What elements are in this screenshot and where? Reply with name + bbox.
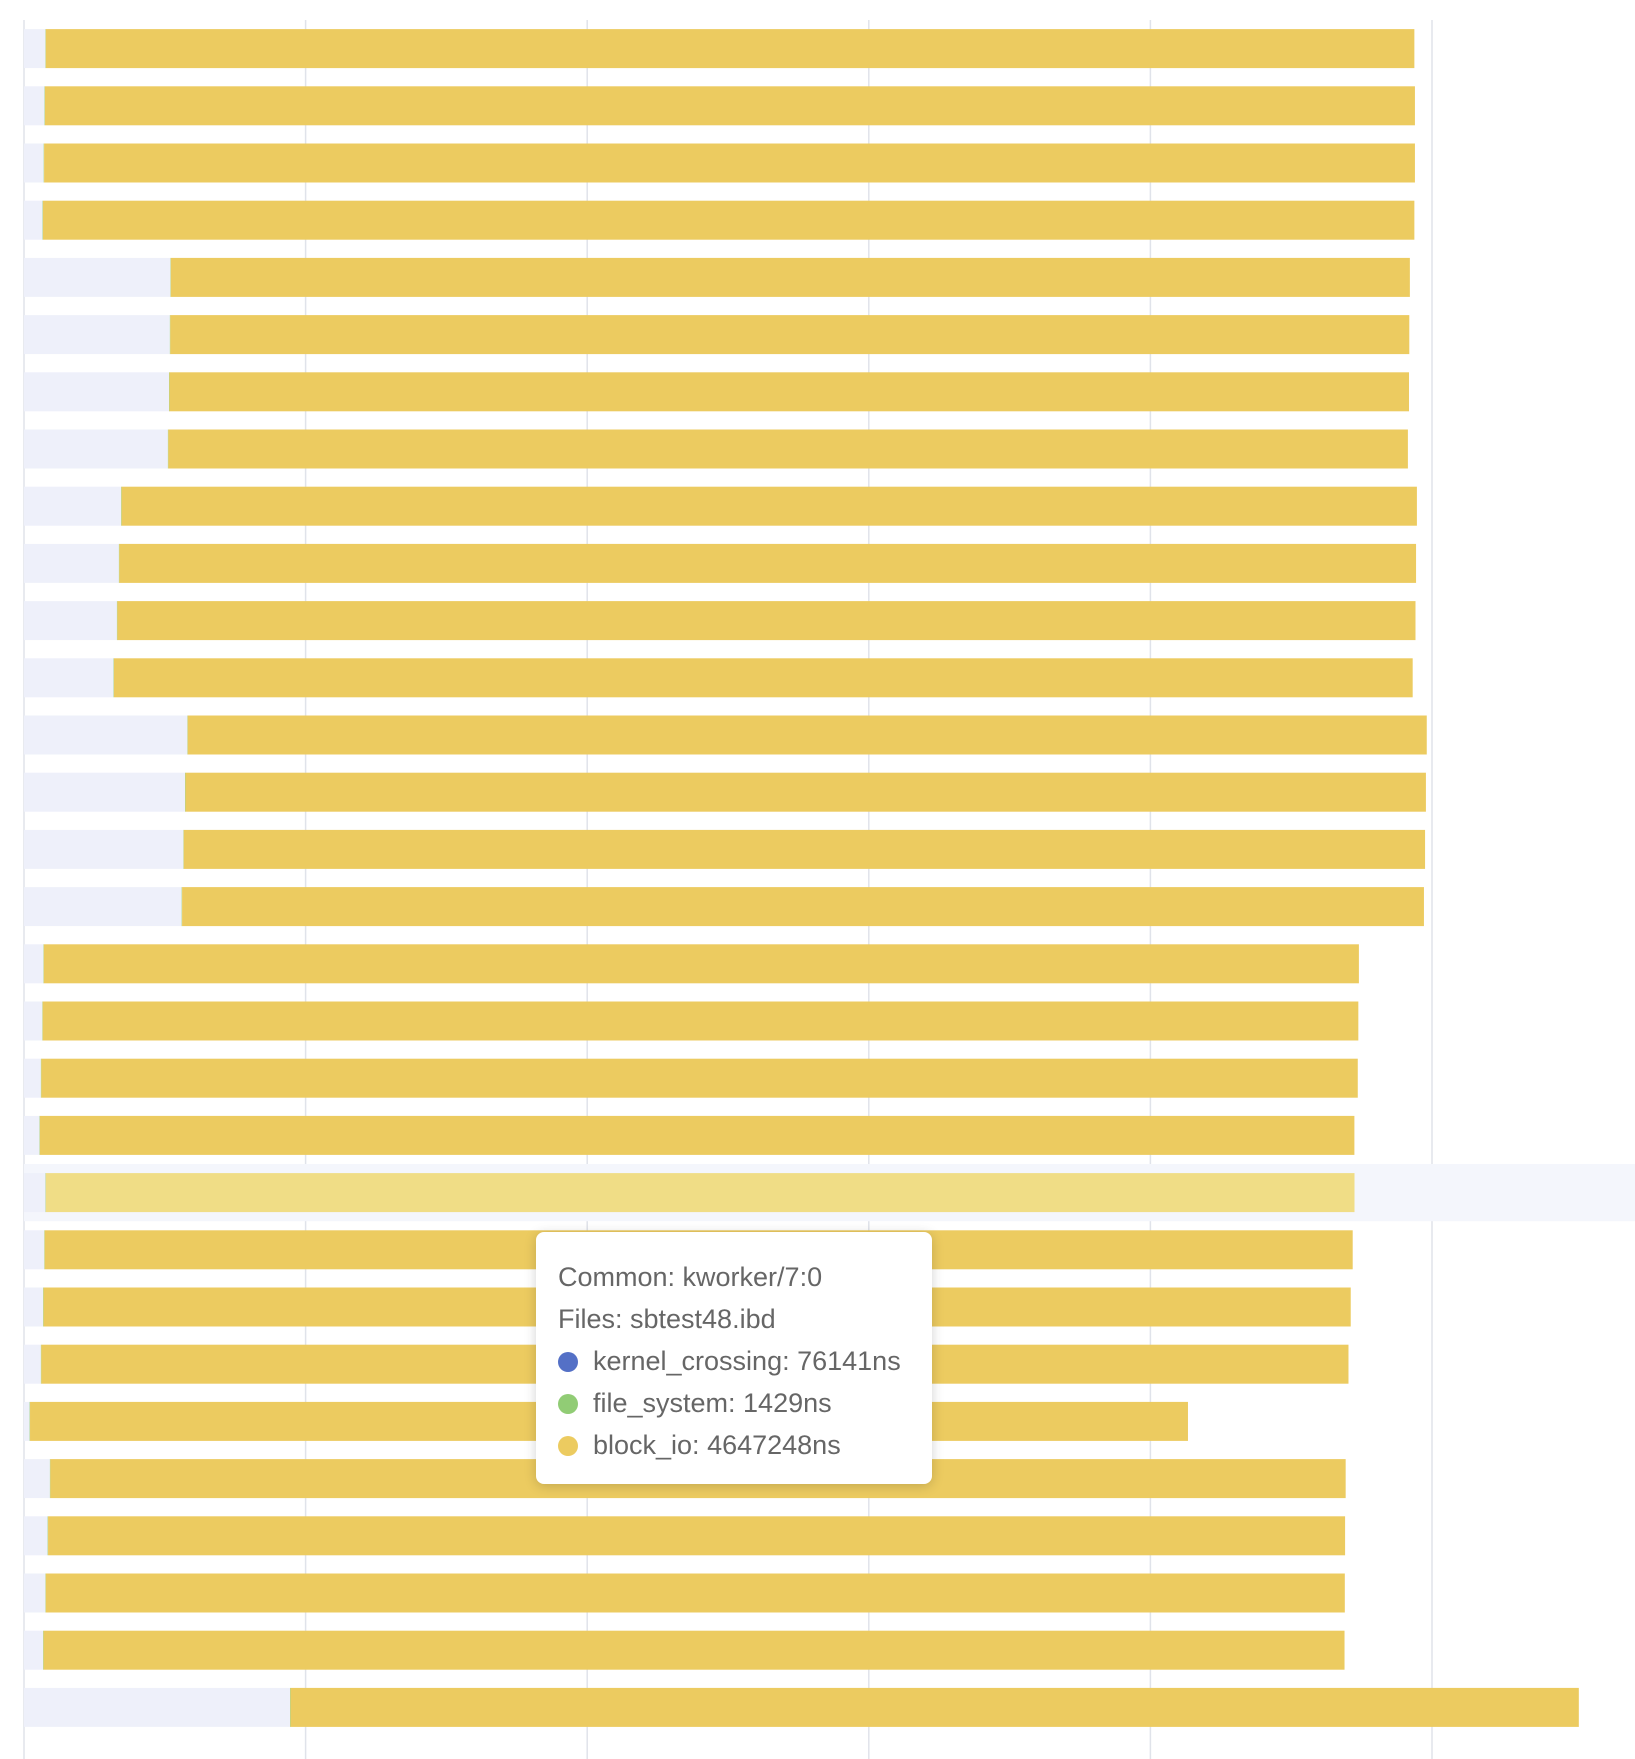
bar-block-io[interactable] xyxy=(41,1058,1358,1098)
bar-kernel-crossing[interactable] xyxy=(24,372,170,412)
bar-kernel-crossing[interactable] xyxy=(24,601,117,641)
bar-block-io[interactable] xyxy=(45,1573,1345,1613)
bar-block-io[interactable] xyxy=(119,543,1417,583)
bar-block-io[interactable] xyxy=(183,829,1426,869)
tooltip-item-label: block_io: 4647248ns xyxy=(593,1430,841,1460)
bar-block-io[interactable] xyxy=(42,200,1415,240)
bar-block-io[interactable] xyxy=(44,143,1415,183)
bar-block-io[interactable] xyxy=(45,1173,1355,1213)
bar-block-io[interactable] xyxy=(42,1001,1359,1041)
bar-kernel-crossing[interactable] xyxy=(24,1630,44,1670)
bar-block-io[interactable] xyxy=(113,658,1413,698)
bar-block-io[interactable] xyxy=(39,1115,1355,1155)
bar-block-io[interactable] xyxy=(168,429,1408,469)
bar-kernel-crossing[interactable] xyxy=(24,887,182,927)
bar-kernel-crossing[interactable] xyxy=(24,1459,50,1499)
bar-kernel-crossing[interactable] xyxy=(24,829,184,869)
bar-kernel-crossing[interactable] xyxy=(24,1115,40,1155)
tooltip-files: Files: sbtest48.ibd xyxy=(558,1304,776,1334)
bar-kernel-crossing[interactable] xyxy=(24,1687,291,1727)
bar-kernel-crossing[interactable] xyxy=(24,1573,46,1613)
bar-block-io[interactable] xyxy=(43,944,1359,984)
bar-block-io[interactable] xyxy=(48,1516,1346,1556)
bar-kernel-crossing[interactable] xyxy=(24,257,171,297)
bar-block-io[interactable] xyxy=(169,372,1410,412)
bar-block-io[interactable] xyxy=(45,29,1415,69)
block-io-marker-icon xyxy=(558,1436,578,1456)
bar-kernel-crossing[interactable] xyxy=(24,429,168,469)
bar-kernel-crossing[interactable] xyxy=(24,1287,44,1327)
tooltip-item-label: kernel_crossing: 76141ns xyxy=(593,1346,901,1376)
stacked-bar-chart xyxy=(23,20,1635,1759)
bar-block-io[interactable] xyxy=(44,86,1415,126)
bar-kernel-crossing[interactable] xyxy=(24,1401,30,1441)
bar-kernel-crossing[interactable] xyxy=(24,29,46,69)
bar-kernel-crossing[interactable] xyxy=(24,658,114,698)
bar-kernel-crossing[interactable] xyxy=(24,715,188,755)
bar-kernel-crossing[interactable] xyxy=(24,1001,43,1041)
bar-block-io[interactable] xyxy=(121,486,1417,526)
bar-kernel-crossing[interactable] xyxy=(24,1058,41,1098)
bar-block-io[interactable] xyxy=(290,1687,1579,1727)
bar-kernel-crossing[interactable] xyxy=(24,543,119,583)
bar-block-io[interactable] xyxy=(185,772,1426,812)
file-system-marker-icon xyxy=(558,1394,578,1414)
bar-kernel-crossing[interactable] xyxy=(24,486,122,526)
tooltip: Common: kworker/7:0 Files: sbtest48.ibd … xyxy=(536,1232,932,1484)
bar-kernel-crossing[interactable] xyxy=(24,1344,41,1384)
bar-block-io[interactable] xyxy=(117,601,1416,641)
bar-block-io[interactable] xyxy=(43,1630,1345,1670)
bar-kernel-crossing[interactable] xyxy=(24,1230,45,1270)
bar-block-io[interactable] xyxy=(170,257,1410,297)
tooltip-item-kernel-crossing: kernel_crossing: 76141ns xyxy=(558,1340,910,1382)
bar-kernel-crossing[interactable] xyxy=(24,143,44,183)
bar-block-io[interactable] xyxy=(187,715,1427,755)
bar-block-io[interactable] xyxy=(182,887,1424,927)
bar-kernel-crossing[interactable] xyxy=(24,200,43,240)
bar-kernel-crossing[interactable] xyxy=(24,1516,48,1556)
bar-kernel-crossing[interactable] xyxy=(24,772,186,812)
bar-kernel-crossing[interactable] xyxy=(24,944,44,984)
tooltip-common: Common: kworker/7:0 xyxy=(558,1262,823,1292)
tooltip-item-label: file_system: 1429ns xyxy=(593,1388,832,1418)
bar-kernel-crossing[interactable] xyxy=(24,1173,46,1213)
tooltip-item-file-system: file_system: 1429ns xyxy=(558,1382,910,1424)
bar-block-io[interactable] xyxy=(170,315,1410,355)
kernel-crossing-marker-icon xyxy=(558,1352,578,1372)
bar-kernel-crossing[interactable] xyxy=(24,315,170,355)
tooltip-item-block-io: block_io: 4647248ns xyxy=(558,1424,910,1466)
bar-kernel-crossing[interactable] xyxy=(24,86,45,126)
